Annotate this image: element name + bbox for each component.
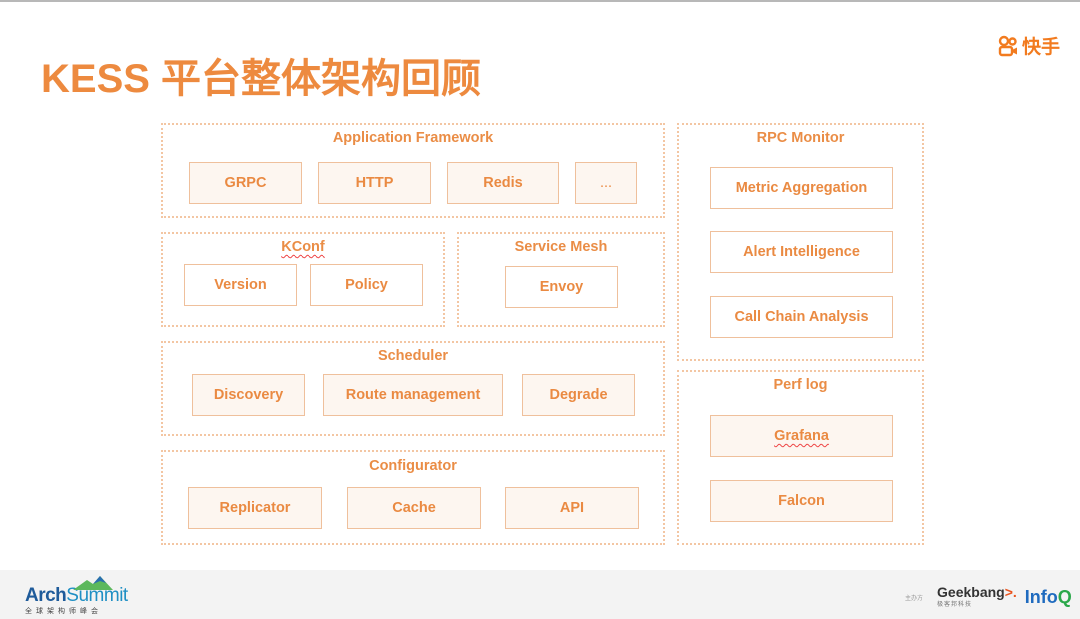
infoq-text: Info xyxy=(1024,586,1058,607)
top-border-line xyxy=(0,0,1080,2)
slide-title: KESS 平台整体架构回顾 xyxy=(41,57,482,101)
arch-subtitle: 全球架构师峰会 xyxy=(25,608,102,615)
infoq-logo: InfoQ xyxy=(1025,587,1072,608)
group-title: Configurator xyxy=(369,458,457,474)
node-grafana: Grafana xyxy=(710,415,893,457)
group-title: Scheduler xyxy=(377,348,449,364)
node-more: ... xyxy=(575,162,637,204)
host-label: 主办方 xyxy=(905,595,924,602)
node-api: API xyxy=(505,487,639,529)
group-title: KConf xyxy=(281,239,325,255)
group-service-mesh: Service Mesh Envoy xyxy=(457,232,665,327)
infoq-q: Q xyxy=(1057,586,1072,607)
node-policy: Policy xyxy=(310,264,423,306)
node-replicator: Replicator xyxy=(188,487,322,529)
brand-text: 快手 xyxy=(1022,37,1061,58)
node-redis: Redis xyxy=(447,162,559,204)
archsummit-logo: ArchSummit 全球架构师峰会 xyxy=(25,576,128,616)
node-version: Version xyxy=(184,264,297,306)
node-metric-aggregation: Metric Aggregation xyxy=(710,167,893,209)
group-scheduler: Scheduler Discovery Route management Deg… xyxy=(161,341,665,436)
geekbang-subtitle: 极客邦科技 xyxy=(937,602,973,608)
node-envoy: Envoy xyxy=(505,266,618,308)
node-discovery: Discovery xyxy=(192,374,305,416)
geekbang-text: Geekbang xyxy=(937,584,1005,600)
kuaishou-camera-icon xyxy=(998,35,1017,56)
node-route-management: Route management xyxy=(323,374,503,416)
node-alert-intelligence: Alert Intelligence xyxy=(710,231,893,273)
arch-word-a: Arch xyxy=(25,585,67,606)
node-http: HTTP xyxy=(318,162,431,204)
mountain-icon xyxy=(73,576,113,590)
kuaishou-logo: 快手 xyxy=(997,32,1060,59)
node-cache: Cache xyxy=(347,487,481,529)
node-grafana-label: Grafana xyxy=(774,428,829,444)
group-title: RPC Monitor xyxy=(756,130,845,146)
geekbang-arrow: >. xyxy=(1004,584,1017,600)
group-rpc-monitor: RPC Monitor Metric Aggregation Alert Int… xyxy=(677,123,924,361)
group-perf-log: Perf log Grafana Falcon xyxy=(677,370,924,545)
group-title: Service Mesh xyxy=(514,239,608,255)
node-call-chain-analysis: Call Chain Analysis xyxy=(710,296,893,338)
group-configurator: Configurator Replicator Cache API xyxy=(161,450,665,545)
group-kconf: KConf Version Policy xyxy=(161,232,445,327)
node-degrade: Degrade xyxy=(522,374,635,416)
geekbang-logo: Geekbang>. 极客邦科技 xyxy=(937,584,1017,608)
group-application-framework: Application Framework GRPC HTTP Redis ..… xyxy=(161,123,665,218)
node-falcon: Falcon xyxy=(710,480,893,522)
group-title: Application Framework xyxy=(332,130,494,146)
node-grpc: GRPC xyxy=(189,162,302,204)
sponsor-logos: 主办方 Geekbang>. 极客邦科技 InfoQ xyxy=(905,584,1072,608)
group-title: Perf log xyxy=(773,377,828,393)
